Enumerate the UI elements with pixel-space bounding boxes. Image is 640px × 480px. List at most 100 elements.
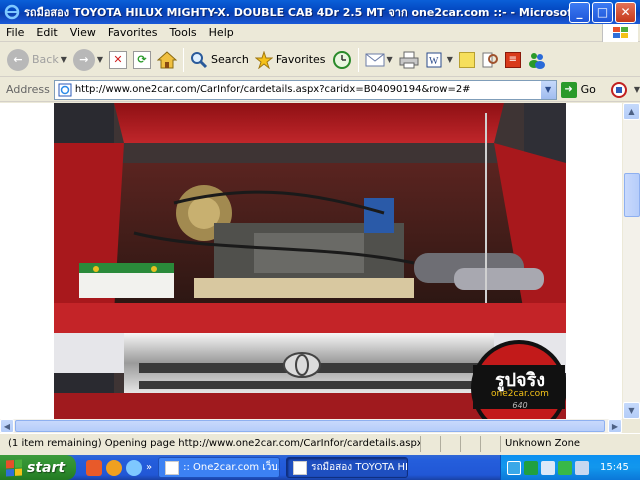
menu-view[interactable]: View	[64, 26, 102, 39]
favorites-button[interactable]: Favorites	[252, 46, 329, 74]
go-label: Go	[580, 83, 596, 96]
mail-icon	[365, 53, 385, 66]
word-edit-icon: W	[426, 52, 442, 67]
note-icon	[458, 51, 475, 68]
back-label: Back	[32, 53, 59, 66]
start-button[interactable]: start	[0, 455, 76, 480]
menu-edit[interactable]: Edit	[30, 26, 63, 39]
scroll-right-button[interactable]: ▶	[608, 419, 622, 433]
quicklaunch-media-icon[interactable]	[106, 459, 122, 476]
windows-logo-icon	[602, 24, 638, 42]
minimize-button[interactable]: _	[569, 1, 590, 23]
refresh-icon: ⟳	[133, 50, 152, 69]
print-button[interactable]	[396, 46, 422, 74]
clock: 15:45	[600, 462, 629, 473]
address-bar: Address http://www.one2car.com/CarInfor/…	[0, 78, 640, 102]
toolbar-separator	[357, 47, 359, 72]
toolbar-separator	[183, 47, 185, 72]
system-tray: 15:45	[500, 455, 640, 480]
status-cell	[480, 435, 500, 452]
quicklaunch-app-icon[interactable]	[86, 459, 102, 476]
horizontal-scrollbar[interactable]: ◀ ▶	[0, 419, 622, 433]
page-content: รูปจริง one2car.com 640	[0, 103, 622, 419]
home-button[interactable]	[154, 46, 180, 74]
ie-window-icon	[293, 460, 308, 475]
search-label: Search	[211, 53, 249, 66]
research-button[interactable]	[478, 46, 502, 74]
edit-dropdown-icon[interactable]: ▼	[447, 55, 453, 64]
mail-button[interactable]: ▼	[362, 46, 396, 74]
task-label: รถมือสอง TOYOTA HI...	[311, 462, 409, 473]
status-cell	[460, 435, 480, 452]
search-button[interactable]: Search	[187, 46, 252, 74]
zone-label: Unknown Zone	[505, 438, 581, 449]
status-message: (1 item remaining) Opening page http://w…	[0, 437, 420, 451]
status-text: (1 item remaining) Opening page http://w…	[8, 438, 420, 449]
printer-icon	[399, 51, 419, 68]
internet-explorer-icon	[4, 4, 20, 20]
forward-button[interactable]: → ▼	[70, 46, 106, 74]
mail-dropdown-icon[interactable]: ▼	[387, 55, 393, 64]
task-label: :: One2car.com เว็บ...	[183, 462, 281, 473]
watermark-site: one2car.com	[491, 389, 549, 399]
close-button[interactable]: ✕	[615, 1, 636, 23]
scroll-down-button[interactable]: ▼	[623, 402, 640, 419]
tray-help-icon[interactable]	[507, 460, 521, 475]
tray-monitor-icon[interactable]	[541, 460, 555, 475]
extension-icon	[610, 81, 627, 98]
menu-bar: File Edit View Favorites Tools Help	[0, 24, 640, 42]
scroll-corner	[622, 419, 640, 433]
home-icon	[157, 50, 178, 68]
quicklaunch-ie-icon[interactable]	[126, 459, 142, 476]
address-url[interactable]: http://www.one2car.com/CarInfor/cardetai…	[75, 84, 540, 95]
car-engine-photo: รูปจริง one2car.com 640	[54, 103, 566, 419]
taskbar-item-one2car[interactable]: :: One2car.com เว็บ...	[158, 457, 281, 478]
scroll-up-button[interactable]: ▲	[623, 103, 640, 120]
address-label: Address	[6, 83, 50, 96]
back-button[interactable]: ← Back ▼	[4, 46, 70, 74]
addon-red-icon: ≡	[504, 51, 521, 68]
quick-launch: »	[86, 459, 152, 476]
menu-help[interactable]: Help	[203, 26, 240, 39]
star-icon	[254, 50, 273, 69]
toolbar: ← Back ▼ → ▼ ✕ ⟳ Search Favorites ▼ W ▼ …	[0, 43, 640, 77]
vertical-scroll-thumb[interactable]	[624, 173, 640, 217]
tray-network-icon[interactable]	[524, 460, 538, 475]
messenger-button[interactable]	[524, 46, 550, 74]
extension-dropdown-icon[interactable]: ▼	[634, 85, 640, 94]
page-icon	[58, 83, 72, 96]
tray-volume-icon[interactable]	[575, 460, 589, 475]
status-bar: (1 item remaining) Opening page http://w…	[0, 433, 640, 453]
toolbar-addon-button[interactable]: ≡	[502, 46, 524, 74]
forward-dropdown-icon[interactable]: ▼	[97, 55, 103, 64]
favorites-label: Favorites	[275, 53, 326, 66]
edit-button[interactable]: W ▼	[422, 46, 456, 74]
tray-chat-icon[interactable]	[558, 460, 572, 475]
go-arrow-icon: ➜	[560, 81, 577, 98]
stop-button[interactable]: ✕	[106, 46, 130, 74]
extension-button[interactable]: ▼	[610, 81, 640, 99]
horizontal-scroll-thumb[interactable]	[15, 420, 605, 432]
messenger-icon	[528, 52, 545, 69]
ie-window-icon	[165, 460, 180, 475]
menu-tools[interactable]: Tools	[164, 26, 203, 39]
menu-favorites[interactable]: Favorites	[102, 26, 164, 39]
menu-file[interactable]: File	[0, 26, 30, 39]
maximize-button[interactable]: □	[592, 1, 613, 23]
discuss-button[interactable]	[456, 46, 478, 74]
quicklaunch-expand-icon[interactable]: »	[146, 462, 152, 473]
go-button[interactable]: ➜ Go	[560, 81, 596, 98]
address-dropdown-icon[interactable]: ▼	[539, 80, 556, 99]
vertical-scrollbar[interactable]: ▲ ▼	[622, 103, 640, 419]
refresh-button[interactable]: ⟳	[130, 46, 154, 74]
watermark-size: 640	[512, 401, 528, 410]
window-title: รถมือสอง TOYOTA HILUX MIGHTY-X. DOUBLE C…	[24, 6, 569, 19]
address-input[interactable]: http://www.one2car.com/CarInfor/cardetai…	[53, 79, 557, 100]
taskbar-item-toyota[interactable]: รถมือสอง TOYOTA HI...	[286, 457, 409, 478]
research-icon	[482, 52, 498, 67]
windows-flag-icon	[6, 458, 22, 477]
history-button[interactable]	[329, 46, 355, 74]
scroll-left-button[interactable]: ◀	[0, 419, 14, 433]
status-cell	[420, 435, 440, 452]
back-dropdown-icon[interactable]: ▼	[61, 55, 67, 64]
